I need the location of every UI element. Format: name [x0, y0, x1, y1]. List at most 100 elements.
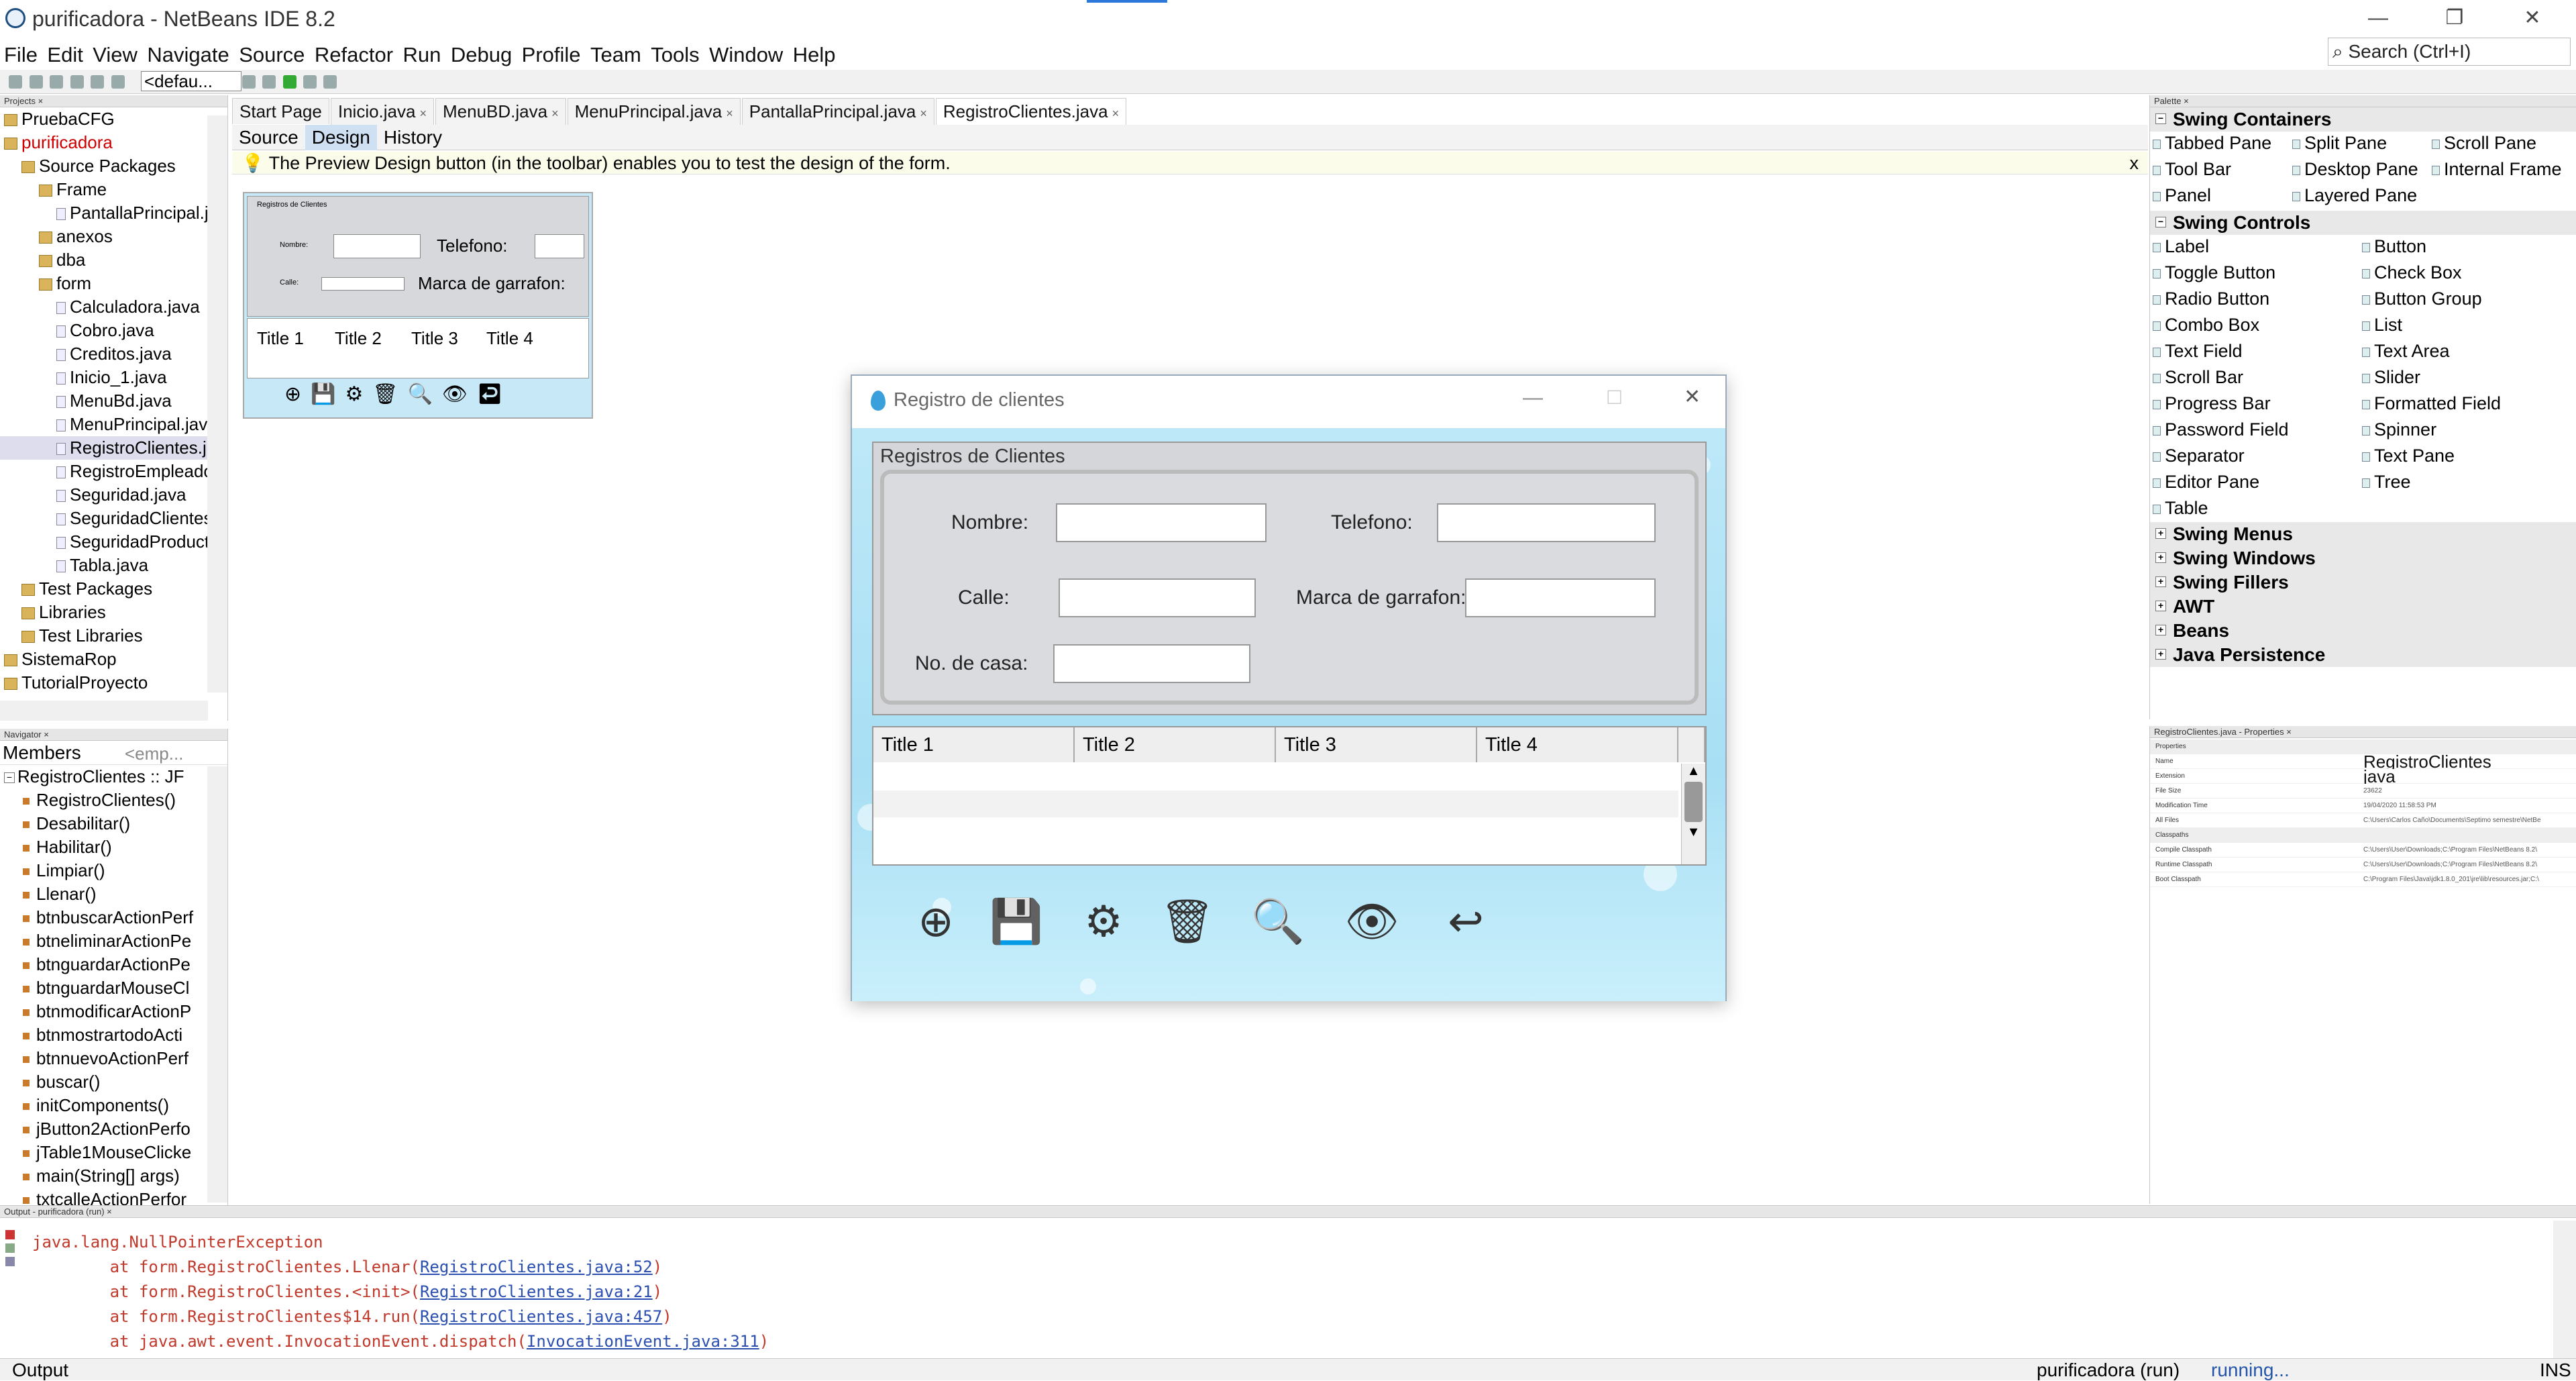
palette-item[interactable]: Scroll Bar: [2153, 367, 2243, 388]
member-item[interactable]: buscar(): [0, 1070, 227, 1094]
palette-item[interactable]: Text Field: [2153, 341, 2243, 362]
menu-file[interactable]: File: [4, 40, 38, 70]
project-tree-item[interactable]: PantallaPrincipal.j: [0, 201, 227, 225]
settings-button[interactable]: ⚙: [1073, 891, 1134, 952]
palette-item[interactable]: Table: [2153, 498, 2208, 519]
member-item[interactable]: RegistroClientes(): [0, 788, 227, 812]
navigator-filter-select[interactable]: Members: [3, 742, 81, 764]
palette-item[interactable]: Desktop Pane: [2292, 159, 2418, 180]
run-icon[interactable]: [282, 75, 297, 89]
palette-item[interactable]: Tree: [2362, 472, 2411, 493]
project-tree-item[interactable]: PruebaCFG: [0, 107, 227, 131]
swing-controls-category[interactable]: − Swing Controls: [2150, 211, 2576, 235]
member-item[interactable]: Habilitar(): [0, 835, 227, 859]
build-icon[interactable]: [241, 75, 256, 89]
member-item[interactable]: btnmodificarActionP: [0, 1000, 227, 1023]
close-tab-icon[interactable]: ×: [1112, 107, 1120, 120]
menu-profile[interactable]: Profile: [522, 40, 581, 70]
palette-item[interactable]: Separator: [2153, 446, 2245, 466]
project-tree-item[interactable]: Creditos.java: [0, 342, 227, 366]
redo-icon[interactable]: [111, 75, 125, 89]
project-tree-item[interactable]: Source Packages: [0, 154, 227, 178]
marca-field[interactable]: [1465, 578, 1656, 617]
project-tree-item[interactable]: form: [0, 272, 227, 295]
project-tree-item[interactable]: SeguridadClientes: [0, 507, 227, 530]
stack-trace-link[interactable]: RegistroClientes.java:21: [420, 1282, 653, 1301]
new-file-icon[interactable]: [9, 75, 23, 89]
palette-item[interactable]: Slider: [2362, 367, 2420, 388]
palette-item[interactable]: Editor Pane: [2153, 472, 2259, 493]
palette-item[interactable]: Formatted Field: [2362, 393, 2501, 414]
property-row[interactable]: Runtime Classpath C:\Users\User\Downloads…: [2150, 858, 2576, 872]
form-close-button[interactable]: ✕: [1684, 385, 1701, 409]
close-button[interactable]: ✕: [2502, 3, 2563, 34]
palette-item[interactable]: Text Area: [2362, 341, 2450, 362]
projects-hscrollbar[interactable]: [0, 701, 208, 721]
property-row[interactable]: File Size 23622: [2150, 784, 2576, 799]
view-tab-history[interactable]: History: [377, 125, 449, 150]
palette-item[interactable]: Radio Button: [2153, 289, 2269, 309]
new-button[interactable]: ⊕: [906, 891, 966, 952]
palette-category[interactable]: + Beans: [2150, 619, 2576, 643]
clear-icon[interactable]: [5, 1257, 15, 1266]
save-all-icon[interactable]: [70, 75, 84, 89]
project-tree-item[interactable]: dba: [0, 248, 227, 272]
member-item[interactable]: jButton2ActionPerfo: [0, 1117, 227, 1141]
project-tree-item[interactable]: SeguridadProduct: [0, 530, 227, 554]
project-tree-item[interactable]: Tabla.java: [0, 554, 227, 577]
palette-item[interactable]: Check Box: [2362, 262, 2462, 283]
editor-tab[interactable]: MenuBD.java ×: [435, 98, 566, 126]
project-tree-item[interactable]: MenuBd.java: [0, 389, 227, 413]
project-tree-item[interactable]: Seguridad.java: [0, 483, 227, 507]
project-tree-item[interactable]: Test Packages: [0, 577, 227, 601]
menu-debug[interactable]: Debug: [451, 40, 512, 70]
menu-window[interactable]: Window: [709, 40, 783, 70]
status-running[interactable]: running...: [2211, 1359, 2290, 1381]
profile-icon[interactable]: [323, 75, 337, 89]
project-tree-item[interactable]: MenuPrincipal.jav: [0, 413, 227, 436]
palette-item[interactable]: Panel: [2153, 185, 2211, 206]
search-button[interactable]: 🔍: [1248, 891, 1308, 952]
table-row[interactable]: [873, 790, 1678, 817]
property-row[interactable]: Name RegistroClientes: [2150, 754, 2576, 769]
numero-field[interactable]: [1053, 644, 1250, 683]
menu-help[interactable]: Help: [793, 40, 836, 70]
navigator-scrollbar[interactable]: [207, 766, 227, 1203]
project-tree-item[interactable]: TutorialProyecto: [0, 671, 227, 695]
project-tree-item[interactable]: Libraries: [0, 601, 227, 624]
project-tree-item[interactable]: Frame: [0, 178, 227, 201]
palette-category[interactable]: + AWT: [2150, 595, 2576, 619]
palette-item[interactable]: Progress Bar: [2153, 393, 2271, 414]
form-maximize-button[interactable]: ☐: [1606, 387, 1623, 409]
clean-build-icon[interactable]: [262, 75, 276, 89]
palette-item[interactable]: Text Pane: [2362, 446, 2455, 466]
property-row[interactable]: Extension java: [2150, 769, 2576, 784]
undo-icon[interactable]: [91, 75, 105, 89]
output-tab[interactable]: Output: [12, 1359, 68, 1381]
column-header[interactable]: Title 2: [1075, 727, 1276, 762]
form-minimize-button[interactable]: —: [1523, 387, 1543, 409]
member-item[interactable]: btnnuevoActionPerf: [0, 1047, 227, 1070]
member-item[interactable]: btnguardarMouseCl: [0, 976, 227, 1000]
palette-item[interactable]: Tabbed Pane: [2153, 133, 2271, 154]
projects-scrollbar[interactable]: [207, 115, 227, 693]
palette-item[interactable]: Password Field: [2153, 419, 2289, 440]
properties-section[interactable]: Properties: [2150, 739, 2576, 754]
editor-tab[interactable]: RegistroClientes.java ×: [935, 98, 1127, 126]
hint-close-button[interactable]: x: [2130, 152, 2139, 174]
property-row[interactable]: Modification Time 19/04/2020 11:58:53 PM: [2150, 799, 2576, 813]
palette-item[interactable]: Internal Frame: [2432, 159, 2562, 180]
close-tab-icon[interactable]: ×: [726, 107, 733, 120]
project-tree-item[interactable]: Test Libraries: [0, 624, 227, 648]
project-tree-item[interactable]: purificadora: [0, 131, 227, 154]
palette-item[interactable]: Button: [2362, 236, 2426, 257]
close-tab-icon[interactable]: ×: [419, 107, 427, 120]
scroll-thumb[interactable]: [1684, 782, 1703, 822]
project-tree-item[interactable]: RegistroClientes.j: [0, 436, 227, 460]
menu-view[interactable]: View: [93, 40, 138, 70]
project-tree-item[interactable]: Cobro.java: [0, 319, 227, 342]
column-header[interactable]: Title 1: [873, 727, 1075, 762]
open-project-icon[interactable]: [50, 75, 64, 89]
minimize-button[interactable]: —: [2348, 3, 2408, 34]
close-tab-icon[interactable]: ×: [551, 107, 559, 120]
